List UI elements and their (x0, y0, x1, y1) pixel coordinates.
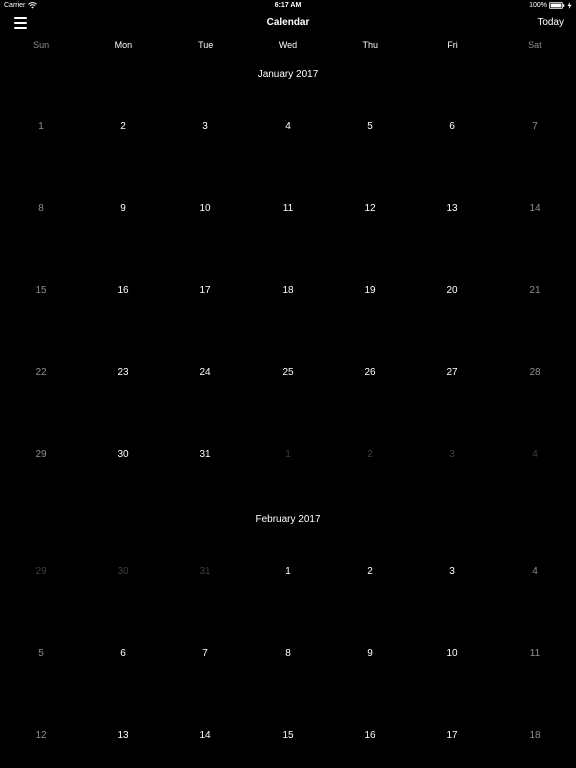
day-cell[interactable]: 18 (494, 730, 576, 744)
day-cell[interactable]: 8 (0, 203, 82, 217)
day-cell[interactable]: 21 (494, 285, 576, 299)
day-cell[interactable]: 24 (164, 367, 246, 381)
battery-percent: 100% (529, 2, 547, 9)
day-cell[interactable]: 31 (164, 449, 246, 463)
day-cell[interactable]: 4 (494, 449, 576, 463)
status-time: 6:17 AM (274, 2, 302, 9)
day-cell[interactable]: 17 (411, 730, 493, 744)
weekday-label: Thu (362, 40, 379, 50)
day-cell[interactable]: 3 (164, 121, 246, 135)
day-cell[interactable]: 29 (0, 449, 82, 463)
day-cell[interactable]: 10 (411, 648, 493, 662)
day-cell[interactable]: 25 (247, 367, 329, 381)
day-cell[interactable]: 14 (164, 730, 246, 744)
weekday-label: Mon (114, 40, 133, 50)
day-cell[interactable]: 2 (82, 121, 164, 135)
day-cell[interactable]: 1 (0, 121, 82, 135)
navigation-bar: Calendar Today (0, 12, 576, 36)
day-cell[interactable]: 17 (164, 285, 246, 299)
day-cell[interactable]: 4 (494, 566, 576, 580)
day-cell[interactable]: 13 (82, 730, 164, 744)
day-cell[interactable]: 30 (82, 449, 164, 463)
day-cell[interactable]: 15 (247, 730, 329, 744)
weekday-label: Wed (278, 40, 298, 50)
day-cell[interactable]: 30 (82, 566, 164, 580)
day-cell[interactable]: 29 (0, 566, 82, 580)
day-cell[interactable]: 15 (0, 285, 82, 299)
day-cell[interactable]: 8 (247, 648, 329, 662)
day-cell[interactable]: 26 (329, 367, 411, 381)
weekday-label: Sun (33, 40, 50, 50)
day-cell[interactable]: 14 (494, 203, 576, 217)
month-title: February 2017 (255, 514, 321, 525)
day-cell[interactable]: 6 (82, 648, 164, 662)
day-cell[interactable]: 22 (0, 367, 82, 381)
status-right: 100% (529, 2, 572, 9)
day-cell[interactable]: 31 (164, 566, 246, 580)
day-cell[interactable]: 18 (247, 285, 329, 299)
month-title: January 2017 (257, 69, 319, 80)
day-cell[interactable]: 7 (164, 648, 246, 662)
day-cell[interactable]: 3 (411, 449, 493, 463)
day-cell[interactable]: 13 (411, 203, 493, 217)
day-cell[interactable]: 12 (329, 203, 411, 217)
weekday-label: Sat (528, 40, 542, 50)
day-cell[interactable]: 28 (494, 367, 576, 381)
day-cell[interactable]: 9 (82, 203, 164, 217)
day-cell[interactable]: 9 (329, 648, 411, 662)
day-cell[interactable]: 1 (247, 449, 329, 463)
day-cell[interactable]: 5 (0, 648, 82, 662)
day-cell[interactable]: 5 (329, 121, 411, 135)
day-cell[interactable]: 11 (494, 648, 576, 662)
status-bar: Carrier 6:17 AM 100% (0, 0, 576, 12)
weekday-label: Fri (447, 40, 458, 50)
day-cell[interactable]: 20 (411, 285, 493, 299)
day-cell[interactable]: 11 (247, 203, 329, 217)
day-cell[interactable]: 23 (82, 367, 164, 381)
day-cell[interactable]: 19 (329, 285, 411, 299)
day-cell[interactable]: 1 (247, 566, 329, 580)
day-cell[interactable]: 7 (494, 121, 576, 135)
day-cell[interactable]: 6 (411, 121, 493, 135)
day-cell[interactable]: 10 (164, 203, 246, 217)
day-cell[interactable]: 2 (329, 449, 411, 463)
day-cell[interactable]: 16 (329, 730, 411, 744)
page-title: Calendar (266, 17, 310, 28)
battery-icon (549, 2, 565, 9)
day-cell[interactable]: 4 (247, 121, 329, 135)
charging-icon (567, 2, 572, 9)
weekday-label: Tue (198, 40, 214, 50)
day-cell[interactable]: 27 (411, 367, 493, 381)
day-cell[interactable]: 3 (411, 566, 493, 580)
day-cell[interactable]: 12 (0, 730, 82, 744)
day-cell[interactable]: 2 (329, 566, 411, 580)
day-cell[interactable]: 16 (82, 285, 164, 299)
weekday-header: Sun Mon Tue Wed Thu Fri Sat (0, 40, 576, 52)
today-button[interactable]: Today (537, 17, 564, 28)
